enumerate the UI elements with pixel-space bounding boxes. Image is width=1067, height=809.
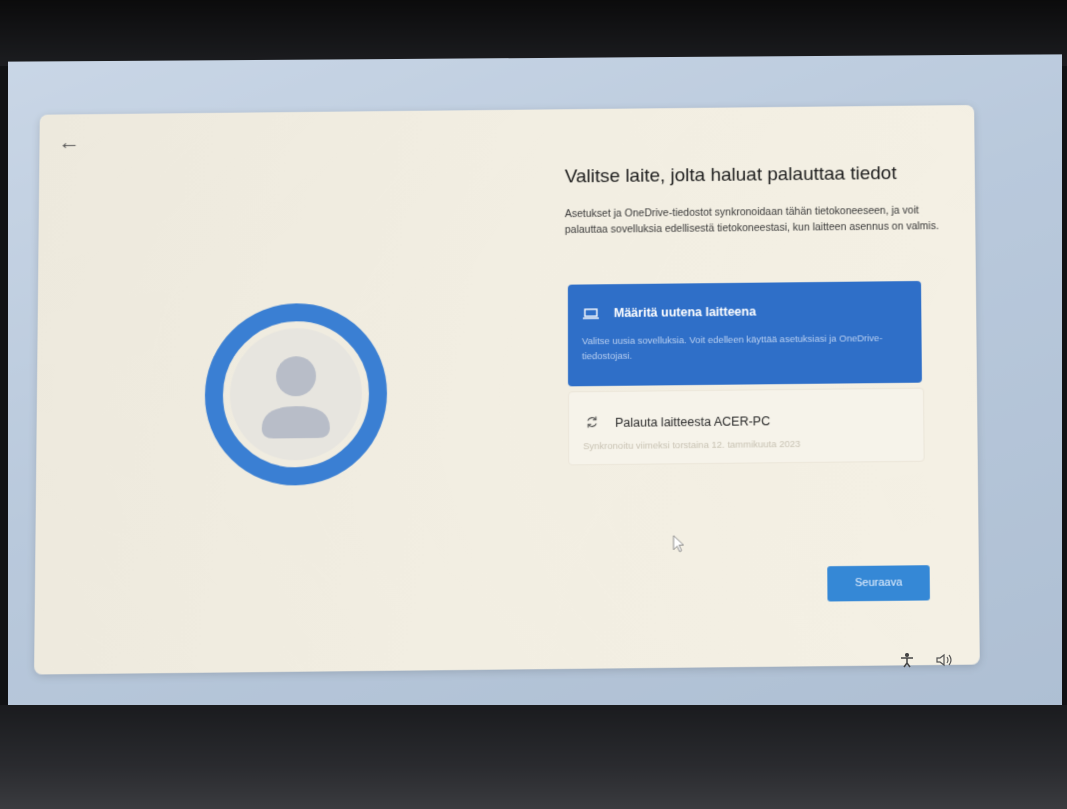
option-new-device-label: Määritä uutena laitteena [613, 304, 757, 321]
back-arrow-icon[interactable]: ← [55, 128, 83, 156]
option-restore-sub: Synkronoitu viimeksi torstaina 12. tammi… [583, 438, 801, 453]
option-restore-device[interactable]: Palauta laitteesta ACER-PC Synkronoitu v… [568, 387, 925, 466]
system-tray [900, 652, 960, 672]
option-restore-label: Palauta laitteesta ACER-PC [615, 414, 771, 430]
accessibility-icon[interactable] [900, 652, 914, 668]
option-new-device[interactable]: Määritä uutena laitteena Valitse uusia s… [567, 280, 922, 387]
sync-icon [586, 416, 597, 428]
page-title: Valitse laite, jolta haluat palauttaa ti… [564, 163, 897, 188]
option-new-device-sub: Valitse uusia sovelluksia. Voit edelleen… [581, 333, 883, 363]
monitor-bezel-bottom [0, 705, 1067, 809]
volume-icon[interactable] [936, 653, 952, 667]
page-description: Asetukset ja OneDrive-tiedostot synkrono… [564, 204, 939, 236]
user-avatar-icon [204, 303, 387, 485]
mouse-cursor-icon [673, 535, 687, 553]
next-button[interactable]: Seuraava [827, 565, 930, 602]
setup-dialog: ← Valitse laite, jolta haluat palauttaa … [34, 105, 980, 675]
laptop-icon [582, 306, 600, 320]
